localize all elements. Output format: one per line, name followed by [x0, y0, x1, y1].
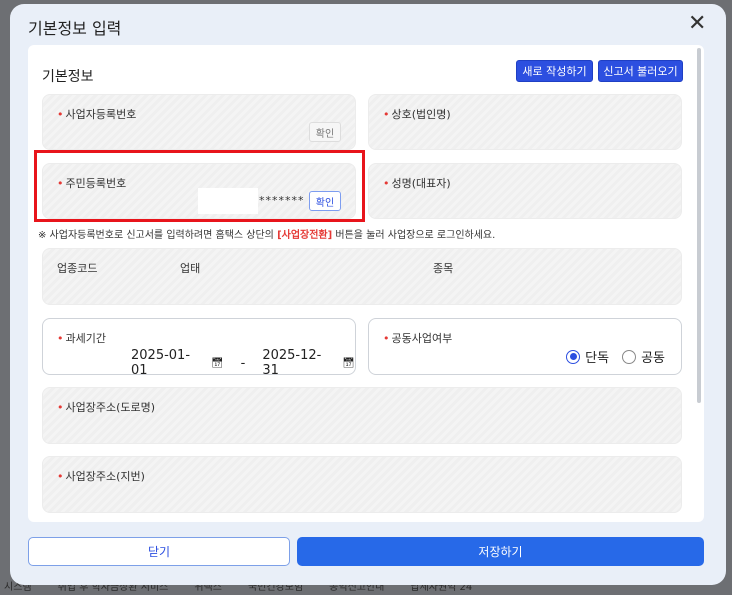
highlight-frame	[34, 150, 365, 222]
field-label: 사업장주소(도로명)	[65, 401, 156, 414]
biz-reg-no-field[interactable]: • 사업자등록번호 확인	[42, 94, 356, 150]
scrollbar[interactable]	[697, 48, 701, 403]
close-button[interactable]: 닫기	[28, 537, 290, 566]
new-form-button[interactable]: 새로 작성하기	[516, 60, 593, 82]
industry-code-label: 업종코드	[57, 262, 98, 275]
tax-period-field: • 과세기간 2025-01-01 📅︎ - 2025-12-31 📅︎	[42, 318, 356, 378]
business-type-label: 업태	[180, 262, 201, 275]
modal-title: 기본정보 입력	[28, 19, 122, 38]
field-label: 공동사업여부	[391, 332, 453, 345]
business-item-label: 종목	[433, 262, 454, 275]
joint-business-field: • 공동사업여부 단독 공동	[368, 318, 682, 375]
field-label: 과세기간	[65, 332, 106, 345]
load-form-button[interactable]: 신고서 불러오기	[598, 60, 683, 82]
basic-info-modal: 기본정보 입력 ✕ 기본정보 새로 작성하기 신고서 불러오기 • 사업자등록번호…	[10, 4, 726, 585]
field-label: 사업자등록번호	[65, 108, 137, 121]
save-button[interactable]: 저장하기	[297, 537, 704, 566]
calendar-icon[interactable]: 📅︎	[211, 358, 224, 369]
note-text: 버튼을 눌러 사업장으로 로그인하세요.	[332, 230, 496, 241]
close-icon[interactable]: ✕	[688, 12, 706, 36]
address-road-field[interactable]: • 사업장주소(도로명)	[42, 387, 682, 444]
industry-field: 업종코드 업태 종목	[42, 248, 682, 305]
radio-joint[interactable]	[622, 349, 637, 364]
rep-name-field[interactable]: • 성명(대표자)	[368, 163, 682, 219]
date-separator: -	[240, 355, 246, 371]
start-date-input[interactable]: 2025-01-01	[131, 348, 206, 378]
calendar-icon[interactable]: 📅︎	[342, 358, 355, 369]
radio-label: 단독	[585, 351, 610, 366]
company-name-field[interactable]: • 상호(법인명)	[368, 94, 682, 150]
radio-single[interactable]	[566, 349, 581, 364]
note-highlight: [사업장전환]	[277, 230, 333, 241]
address-lot-field[interactable]: • 사업장주소(지번)	[42, 456, 682, 513]
field-label: 성명(대표자)	[391, 177, 451, 190]
info-note: ※ 사업자등록번호로 신고서를 입력하려면 홈택스 상단의 [사업장전환] 버튼…	[38, 226, 495, 241]
radio-label: 공동	[641, 351, 665, 366]
end-date-input[interactable]: 2025-12-31	[262, 348, 337, 378]
note-text: ※ 사업자등록번호로 신고서를 입력하려면 홈택스 상단의	[38, 230, 278, 241]
biz-reg-confirm-button[interactable]: 확인	[309, 122, 341, 142]
form-panel: 기본정보 새로 작성하기 신고서 불러오기 • 사업자등록번호 확인 • 상호(법인…	[28, 45, 704, 522]
field-label: 사업장주소(지번)	[65, 470, 145, 483]
field-label: 상호(법인명)	[391, 108, 451, 121]
section-heading: 기본정보	[42, 69, 94, 85]
